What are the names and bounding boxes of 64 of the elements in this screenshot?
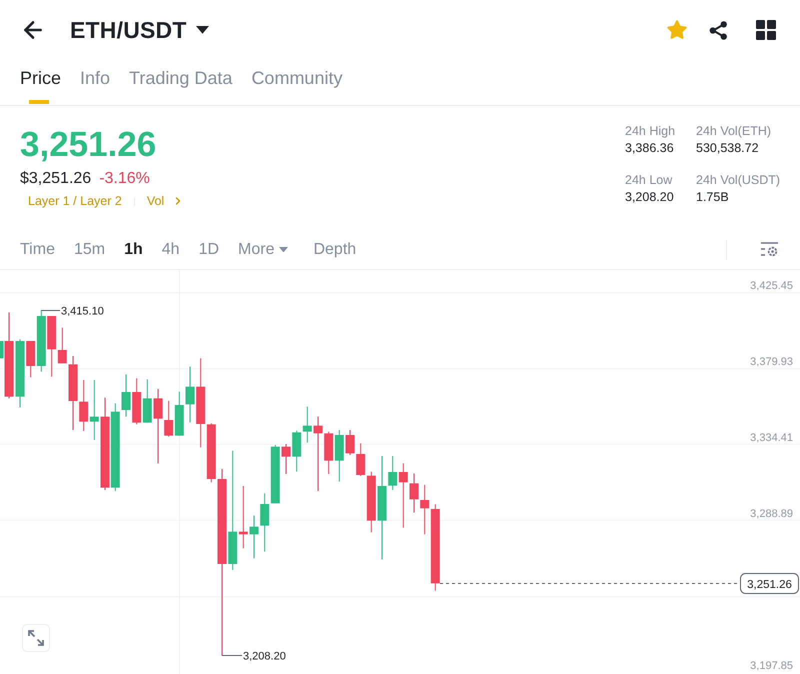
candle bbox=[164, 400, 174, 438]
last-price-tag: 3,251.26 bbox=[740, 573, 799, 594]
price-change: -3.16% bbox=[99, 169, 150, 189]
candle bbox=[302, 406, 312, 444]
candle bbox=[174, 391, 184, 436]
candle bbox=[324, 431, 334, 474]
candle bbox=[270, 444, 280, 504]
leader-line bbox=[222, 655, 242, 656]
expand-button[interactable] bbox=[22, 624, 50, 652]
last-price: 3,251.26 bbox=[20, 125, 158, 165]
interval-tab[interactable]: 4h bbox=[162, 240, 180, 258]
candle bbox=[142, 378, 152, 424]
candle bbox=[90, 380, 99, 440]
stat-value: 530,538.72 bbox=[696, 140, 760, 157]
tab[interactable]: Price bbox=[20, 60, 62, 105]
expand-icon bbox=[28, 630, 44, 646]
low-price-label: 3,208.20 bbox=[243, 650, 286, 662]
stat-label: 24h Vol(USDT) bbox=[696, 172, 781, 188]
candle bbox=[346, 430, 354, 456]
settings-icon bbox=[761, 242, 778, 257]
interval-tab[interactable]: Depth bbox=[313, 240, 356, 258]
stat-value: 3,208.20 bbox=[625, 189, 675, 206]
tab[interactable]: Info bbox=[80, 60, 110, 105]
price-axis-label: 3,197.85 bbox=[750, 660, 793, 672]
tab[interactable]: Community bbox=[251, 60, 342, 105]
star-icon bbox=[666, 19, 688, 41]
candle bbox=[410, 472, 418, 514]
pair-selector[interactable]: ETH/USDT bbox=[70, 16, 209, 44]
candle bbox=[122, 374, 130, 418]
candle bbox=[250, 515, 258, 559]
interval-tab[interactable]: 15m bbox=[74, 240, 106, 258]
candle bbox=[292, 430, 302, 472]
tab[interactable]: Trading Data bbox=[129, 60, 232, 105]
candle bbox=[334, 430, 344, 482]
grid-icon bbox=[756, 20, 776, 40]
interval-tab[interactable]: 1h bbox=[124, 240, 143, 258]
chart-settings-button[interactable] bbox=[761, 242, 778, 257]
candle bbox=[282, 444, 290, 474]
price-axis-label: 3,425.45 bbox=[750, 280, 793, 292]
candle bbox=[132, 378, 142, 425]
candle bbox=[186, 366, 194, 423]
interval-tab[interactable]: 1D bbox=[198, 240, 220, 258]
stat-label: 24h Low bbox=[625, 172, 674, 188]
stat-label: 24h Vol(ETH) bbox=[696, 123, 772, 139]
candle bbox=[79, 380, 88, 432]
fiat-price: $3,251.26 bbox=[20, 169, 92, 189]
interval-tab[interactable]: More bbox=[238, 240, 288, 258]
leader-line bbox=[40, 310, 60, 311]
price-axis-label: 3,288.89 bbox=[750, 508, 793, 520]
grid-menu-button[interactable] bbox=[754, 18, 778, 42]
share-icon bbox=[708, 20, 728, 40]
interval-tab[interactable]: Time bbox=[20, 240, 55, 258]
stat-value: 1.75B bbox=[696, 189, 730, 206]
caret-down-icon bbox=[196, 26, 209, 34]
stat-label: 24h High bbox=[625, 123, 676, 139]
caret-down-icon bbox=[279, 246, 288, 252]
candle bbox=[16, 338, 24, 408]
price-axis-label: 3,379.93 bbox=[750, 356, 793, 368]
category-tag[interactable]: Layer 1 / Layer 2 bbox=[28, 192, 122, 210]
candle bbox=[260, 492, 270, 552]
stat-value: 3,386.36 bbox=[625, 140, 675, 157]
high-price-label: 3,415.10 bbox=[61, 306, 104, 318]
vol-link[interactable]: Vol bbox=[146, 194, 184, 208]
price-axis-label: 3,334.41 bbox=[750, 432, 793, 444]
